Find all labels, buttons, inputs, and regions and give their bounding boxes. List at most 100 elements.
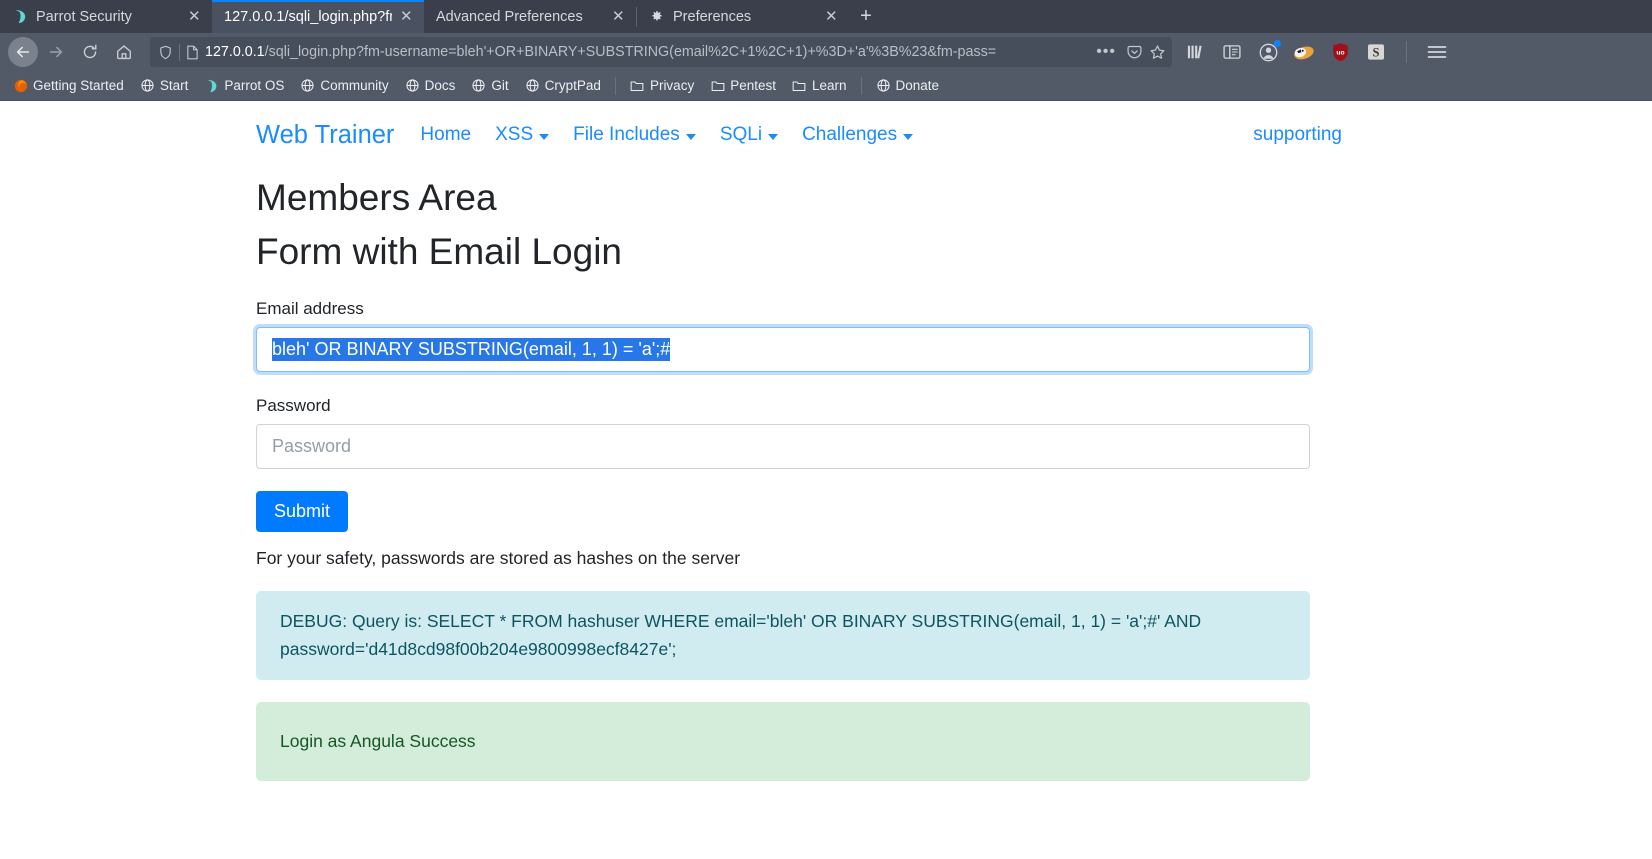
- nav-item-label: File Includes: [573, 124, 680, 146]
- debug-query-alert: DEBUG: Query is: SELECT * FROM hashuser …: [256, 591, 1310, 679]
- bookmark-star-icon[interactable]: [1149, 44, 1166, 61]
- reload-button[interactable]: [74, 36, 106, 68]
- bookmark-docs[interactable]: Docs: [398, 76, 463, 95]
- browser-tab-advanced-preferences[interactable]: Advanced Preferences ✕: [424, 0, 636, 33]
- new-tab-button[interactable]: +: [849, 0, 883, 33]
- bookmark-start[interactable]: Start: [133, 76, 196, 95]
- scriptsafe-icon[interactable]: S: [1364, 40, 1388, 64]
- bookmark-label: Start: [160, 78, 189, 93]
- close-icon[interactable]: ✕: [612, 9, 626, 24]
- toolbar-icon-group: uo S: [1184, 40, 1453, 64]
- close-icon[interactable]: ✕: [188, 9, 202, 24]
- nav-item-home[interactable]: Home: [420, 124, 471, 146]
- nav-item-file-includes[interactable]: File Includes: [573, 124, 696, 146]
- close-icon[interactable]: ✕: [400, 9, 414, 24]
- submit-button[interactable]: Submit: [256, 491, 348, 533]
- password-field-label: Password: [256, 396, 1310, 416]
- page-content: Web Trainer Home XSS File Includes SQLi: [0, 101, 1652, 859]
- page-title: Members Area: [256, 176, 1642, 220]
- bookmark-folder-learn[interactable]: Learn: [785, 76, 854, 95]
- nav-item-supporting[interactable]: supporting: [1253, 124, 1342, 146]
- parrot-icon: [204, 78, 219, 93]
- password-field[interactable]: Password: [256, 424, 1310, 469]
- library-icon[interactable]: [1184, 40, 1208, 64]
- bookmark-cryptpad[interactable]: CryptPad: [518, 76, 608, 95]
- parrot-icon: [12, 9, 28, 25]
- bookmark-parrot-os[interactable]: Parrot OS: [197, 76, 291, 95]
- nav-item-challenges[interactable]: Challenges: [802, 124, 913, 146]
- bookmarks-bar: Getting Started Start Parrot OS Communit: [0, 71, 1652, 101]
- site-navbar: Web Trainer Home XSS File Includes SQLi: [256, 111, 1642, 159]
- browser-tab-preferences[interactable]: Preferences ✕: [637, 0, 849, 33]
- bookmark-label: Docs: [425, 78, 456, 93]
- bookmarks-separator: [615, 77, 616, 95]
- gear-icon: [649, 9, 665, 25]
- bookmark-folder-privacy[interactable]: Privacy: [623, 76, 701, 95]
- debug-query-line-2: password='d41d8cd98f00b204e9800998ecf842…: [280, 636, 1286, 663]
- url-path: /sqli_login.php?fm-username=bleh'+OR+BIN…: [265, 44, 996, 60]
- site-brand[interactable]: Web Trainer: [256, 121, 394, 150]
- login-form: Email address bleh' OR BINARY SUBSTRING(…: [256, 299, 1310, 781]
- bookmark-label: Getting Started: [33, 78, 124, 93]
- email-field[interactable]: bleh' OR BINARY SUBSTRING(email, 1, 1) =…: [256, 327, 1310, 372]
- svg-text:S: S: [1373, 46, 1380, 60]
- sidebar-icon[interactable]: [1220, 40, 1244, 64]
- account-icon[interactable]: [1256, 40, 1280, 64]
- bookmark-getting-started[interactable]: Getting Started: [6, 76, 131, 95]
- ublock-icon[interactable]: uo: [1328, 40, 1352, 64]
- globe-icon: [876, 78, 891, 93]
- nav-item-label: SQLi: [720, 124, 762, 146]
- pocket-icon[interactable]: [1126, 44, 1143, 61]
- browser-tab-label: Parrot Security: [36, 9, 180, 25]
- bookmark-git[interactable]: Git: [464, 76, 515, 95]
- close-icon[interactable]: ✕: [825, 9, 839, 24]
- page-subtitle: Form with Email Login: [256, 230, 1642, 274]
- login-success-alert: Login as Angula Success: [256, 702, 1310, 781]
- bookmark-community[interactable]: Community: [293, 76, 395, 95]
- navigation-toolbar: 127.0.0.1/sqli_login.php?fm-username=ble…: [0, 33, 1652, 71]
- bookmark-label: Privacy: [650, 78, 694, 93]
- svg-text:uo: uo: [1336, 49, 1344, 56]
- folder-icon: [710, 78, 725, 93]
- browser-tab-parrot-security[interactable]: Parrot Security ✕: [0, 0, 212, 33]
- bookmark-label: Learn: [812, 78, 847, 93]
- chevron-down-icon: [903, 134, 913, 140]
- bookmark-folder-pentest[interactable]: Pentest: [703, 76, 783, 95]
- back-button[interactable]: [8, 37, 38, 67]
- browser-tab-sqli-login[interactable]: 127.0.0.1/sqli_login.php?fm- ✕: [212, 0, 424, 33]
- hamburger-menu-icon[interactable]: [1425, 40, 1449, 64]
- chevron-down-icon: [686, 134, 696, 140]
- nav-item-label: Home: [420, 124, 471, 146]
- folder-icon: [792, 78, 807, 93]
- url-text[interactable]: 127.0.0.1/sqli_login.php?fm-username=ble…: [205, 44, 1086, 60]
- chevron-down-icon: [768, 134, 778, 140]
- account-notification-badge: [1274, 40, 1281, 47]
- globe-icon: [471, 78, 486, 93]
- bookmark-label: CryptPad: [545, 78, 601, 93]
- browser-tab-label: Preferences: [673, 9, 817, 25]
- page-actions-icon[interactable]: •••: [1092, 43, 1120, 61]
- globe-icon: [525, 78, 540, 93]
- nav-item-sqli[interactable]: SQLi: [720, 124, 778, 146]
- badger-icon[interactable]: [1292, 40, 1316, 64]
- email-field-label: Email address: [256, 299, 1310, 319]
- globe-icon: [140, 78, 155, 93]
- nav-item-xss[interactable]: XSS: [495, 124, 549, 146]
- globe-icon: [300, 78, 315, 93]
- forward-button[interactable]: [40, 36, 72, 68]
- email-field-value: bleh' OR BINARY SUBSTRING(email, 1, 1) =…: [272, 338, 670, 361]
- bookmark-label: Git: [491, 78, 508, 93]
- nav-item-label: Challenges: [802, 124, 897, 146]
- globe-icon: [405, 78, 420, 93]
- address-bar-divider: [179, 44, 180, 61]
- bookmark-donate[interactable]: Donate: [869, 76, 947, 95]
- toolbar-separator: [1406, 41, 1407, 63]
- bookmark-label: Parrot OS: [224, 78, 284, 93]
- browser-tab-label: Advanced Preferences: [436, 9, 604, 25]
- browser-tab-label: 127.0.0.1/sqli_login.php?fm-: [224, 9, 392, 25]
- address-bar[interactable]: 127.0.0.1/sqli_login.php?fm-username=ble…: [150, 37, 1172, 67]
- shield-icon[interactable]: [158, 45, 173, 60]
- home-button[interactable]: [108, 36, 140, 68]
- page-info-icon[interactable]: [186, 45, 199, 60]
- safety-note: For your safety, passwords are stored as…: [256, 548, 1310, 569]
